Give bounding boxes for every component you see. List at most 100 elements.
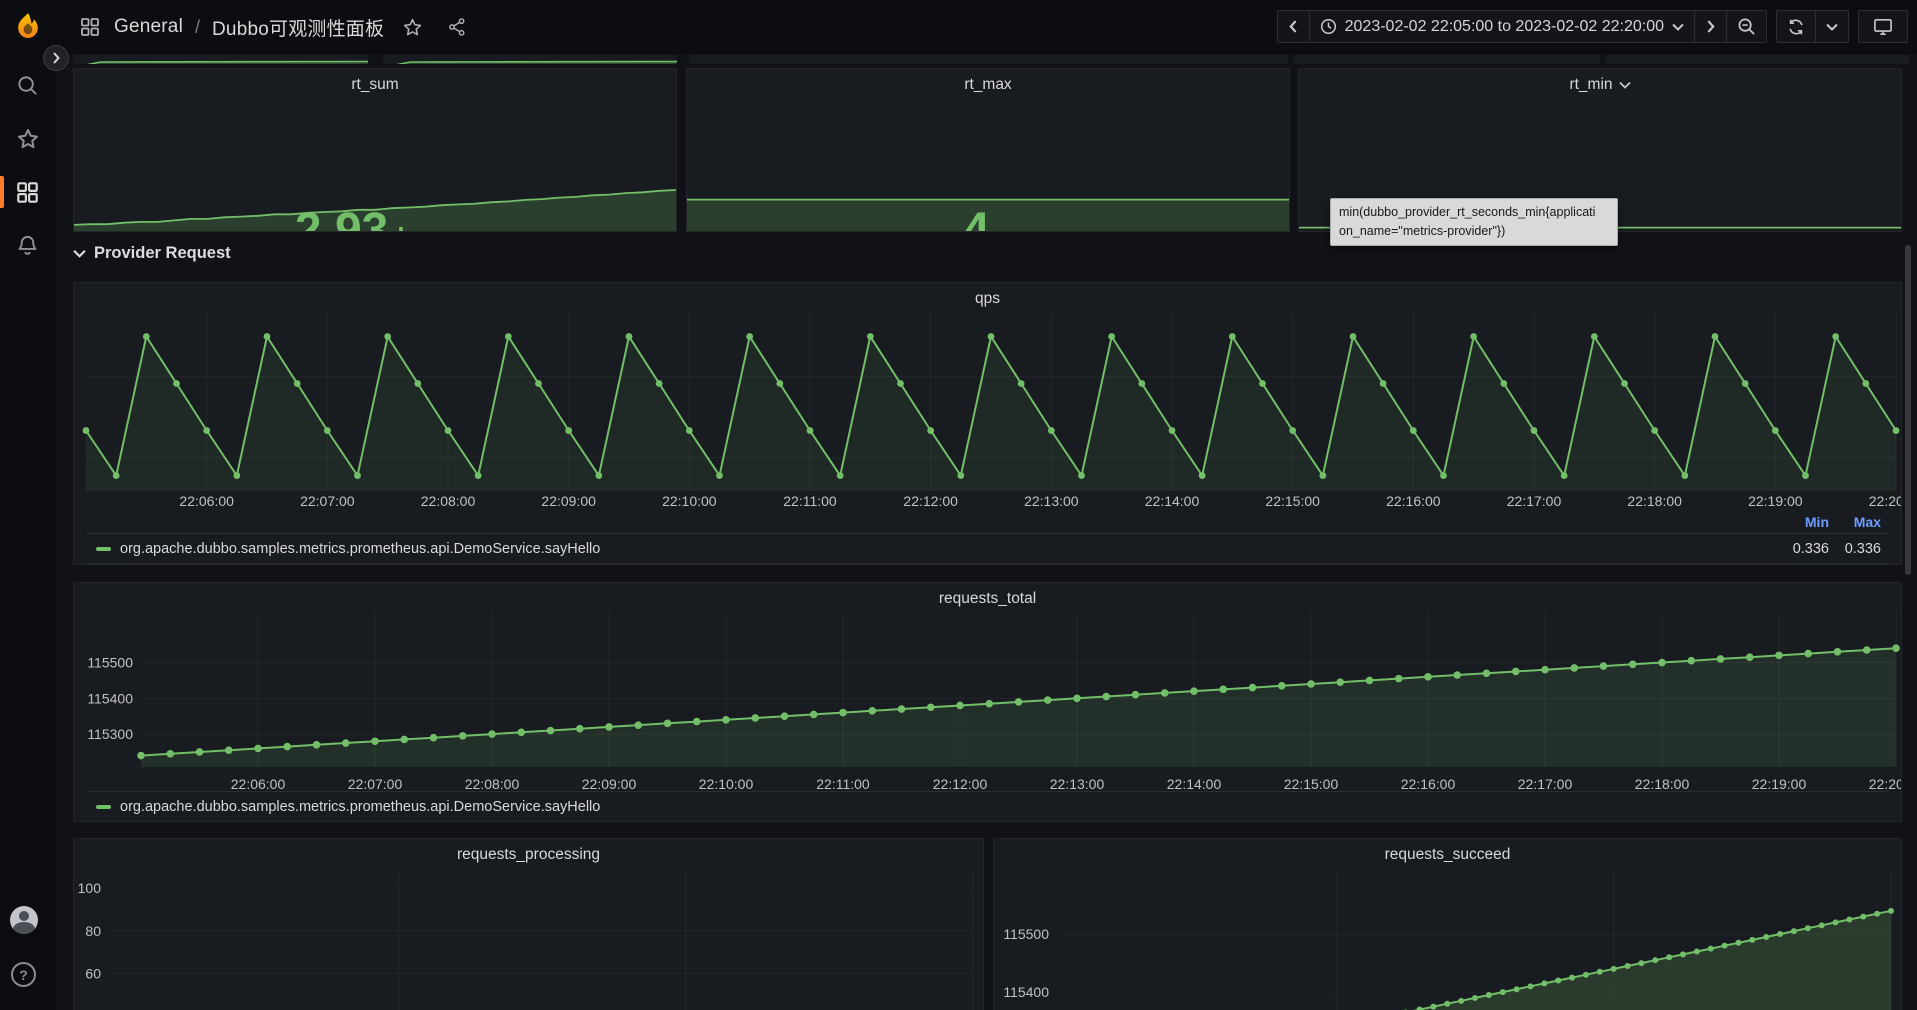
stat-unit: hour <box>397 222 455 232</box>
chevron-down-icon <box>73 249 86 258</box>
refresh-group <box>1776 10 1849 43</box>
alerting-bell-icon[interactable] <box>16 234 39 262</box>
x-axis-label: 22:06:00 <box>179 493 234 509</box>
legend-max-header[interactable]: Max <box>1829 514 1881 530</box>
toolbar-right: 2023-02-02 22:05:00 to 2023-02-02 22:20:… <box>1277 10 1908 43</box>
x-axis-label: 22:14:00 <box>1145 493 1200 509</box>
y-axis-label: 80 <box>85 923 101 939</box>
x-axis-label: 22:07:00 <box>348 776 403 792</box>
dashboards-icon[interactable] <box>16 181 39 209</box>
y-axis-label: 115300 <box>87 726 133 742</box>
panel-requests-total: requests_total org.apache.dubbo.samples.… <box>73 582 1902 822</box>
panel-title[interactable]: requests_total <box>939 590 1036 608</box>
x-axis-label: 22:16:00 <box>1401 776 1456 792</box>
x-axis-label: 22:19:00 <box>1748 493 1803 509</box>
requests_succeed-chart[interactable]: 115400 115500 <box>994 839 1901 1010</box>
vertical-scrollbar[interactable] <box>1905 245 1911 575</box>
x-axis-label: 22:20:00 <box>1869 493 1901 509</box>
x-axis-label: 22:16:00 <box>1386 493 1441 509</box>
x-axis-label: 22:11:00 <box>816 776 870 792</box>
x-axis-label: 22:10:00 <box>662 493 717 509</box>
time-range-button[interactable]: 2023-02-02 22:05:00 to 2023-02-02 22:20:… <box>1309 11 1694 42</box>
y-axis-label: 115500 <box>87 655 133 671</box>
zoom-out-button[interactable] <box>1726 11 1766 42</box>
y-axis-label: 115500 <box>1003 926 1049 942</box>
series-swatch <box>96 547 111 551</box>
stat-panel-rt-sum: rt_sum 2.93 hour <box>73 68 677 232</box>
breadcrumb-section[interactable]: General <box>114 16 183 38</box>
stat-value: 2.93 <box>295 207 388 232</box>
x-axis-label: 22:15:00 <box>1265 493 1320 509</box>
breadcrumb-separator: / <box>193 17 202 38</box>
user-avatar[interactable] <box>10 906 38 934</box>
cutoff-panel-strip <box>1606 55 1909 64</box>
series-max-value: 0.336 <box>1829 541 1881 557</box>
panel-title[interactable]: rt_max <box>964 76 1011 94</box>
legend-min-header[interactable]: Min <box>1777 514 1829 530</box>
cutoff-panel-strip <box>73 55 368 64</box>
requests_processing-chart[interactable]: 60 80 100 <box>74 839 983 1010</box>
x-axis-label: 22:17:00 <box>1507 493 1562 509</box>
legend-row: org.apache.dubbo.samples.metrics.prometh… <box>86 791 1889 821</box>
time-back-button[interactable] <box>1278 11 1309 42</box>
star-icon[interactable] <box>398 13 427 42</box>
breadcrumb: General / Dubbo可观测性面板 <box>76 0 471 54</box>
chevron-right-icon <box>1708 21 1713 32</box>
sidebar-expand-button[interactable] <box>43 45 69 71</box>
stat-value: 4 <box>963 207 990 232</box>
x-axis-label: 22:10:00 <box>699 776 754 792</box>
x-axis-label: 22:12:00 <box>903 493 958 509</box>
stat-panel-rt-max: rt_max 4 s <box>686 68 1290 232</box>
refresh-icon <box>1787 18 1805 36</box>
row-provider-request[interactable]: Provider Request <box>73 244 231 263</box>
x-axis-label: 22:19:00 <box>1752 776 1807 792</box>
tooltip-line: on_name="metrics-provider"}) <box>1339 222 1609 241</box>
search-icon[interactable] <box>16 74 39 102</box>
panel-title[interactable]: rt_sum <box>351 76 398 94</box>
series-name[interactable]: org.apache.dubbo.samples.metrics.prometh… <box>120 799 600 815</box>
requests_total-chart[interactable]: 11530011540011550022:06:0022:07:0022:08:… <box>74 583 1901 821</box>
query-tooltip: min(dubbo_provider_rt_seconds_min{applic… <box>1330 198 1618 246</box>
panel-title[interactable]: requests_processing <box>457 846 600 864</box>
apps-grid-icon[interactable] <box>76 13 104 41</box>
y-axis-label: 60 <box>85 965 101 981</box>
x-axis-label: 22:17:00 <box>1518 776 1573 792</box>
share-icon[interactable] <box>443 13 471 41</box>
clock-icon <box>1320 18 1337 35</box>
series-min-value: 0.336 <box>1777 541 1829 557</box>
breadcrumb-dashboard-title[interactable]: Dubbo可观测性面板 <box>212 14 384 41</box>
panel-requests-succeed: requests_succeed 115400 115500 <box>993 838 1902 1010</box>
help-icon[interactable]: ? <box>11 962 36 987</box>
panel-title[interactable]: rt_min <box>1569 76 1612 94</box>
chevron-left-icon <box>1290 21 1295 32</box>
cutoff-panel-strip <box>1294 55 1600 64</box>
grafana-dashboard: General / Dubbo可观测性面板 <box>0 0 1917 1010</box>
time-picker-group: 2023-02-02 22:05:00 to 2023-02-02 22:20:… <box>1277 10 1767 43</box>
tv-mode-button[interactable] <box>1858 10 1908 43</box>
stat-unit: s <box>999 222 1013 232</box>
qps-chart[interactable]: 22:06:0022:07:0022:08:0022:09:0022:10:00… <box>74 283 1901 564</box>
side-nav: ? <box>0 0 55 1010</box>
panel-requests-processing: requests_processing 60 80 100 <box>73 838 984 1010</box>
cutoff-panel-strip <box>689 55 1288 64</box>
panel-title[interactable]: requests_succeed <box>1385 846 1511 864</box>
refresh-interval-button[interactable] <box>1815 11 1848 42</box>
panel-title[interactable]: qps <box>975 290 1000 308</box>
monitor-icon <box>1873 18 1893 36</box>
section-title: Provider Request <box>94 244 231 263</box>
starred-icon[interactable] <box>16 127 40 156</box>
x-axis-label: 22:13:00 <box>1024 493 1079 509</box>
panel-menu-caret-icon[interactable] <box>1619 81 1631 89</box>
y-axis-label: 115400 <box>87 690 133 706</box>
x-axis-label: 22:07:00 <box>300 493 355 509</box>
grafana-logo-icon[interactable] <box>14 12 42 47</box>
refresh-button[interactable] <box>1777 11 1815 42</box>
y-axis-label: 100 <box>78 880 102 896</box>
x-axis-label: 22:20:00 <box>1869 776 1901 792</box>
x-axis-label: 22:11:00 <box>783 493 837 509</box>
time-forward-button[interactable] <box>1694 11 1726 42</box>
y-axis-label: 115400 <box>1003 984 1049 1000</box>
top-bar: General / Dubbo可观测性面板 <box>0 0 1917 54</box>
series-name[interactable]: org.apache.dubbo.samples.metrics.prometh… <box>120 541 600 557</box>
x-axis-label: 22:18:00 <box>1627 493 1682 509</box>
